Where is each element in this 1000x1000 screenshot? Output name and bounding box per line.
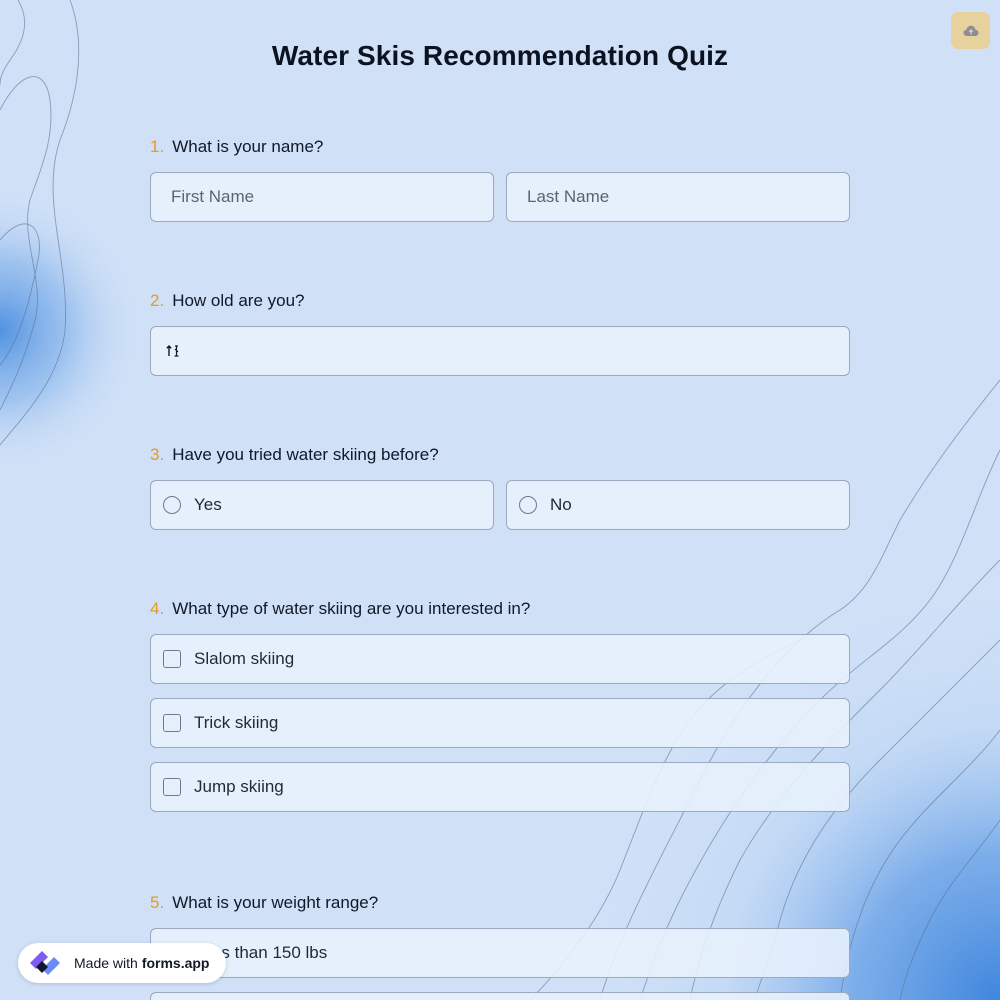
radio-option-no-label: No (550, 495, 572, 514)
made-with-forms-app-badge[interactable]: Made with forms.app (18, 943, 226, 983)
last-name-placeholder: Last Name (527, 187, 610, 206)
sort-arrows-icon (166, 345, 179, 357)
question-3-text: Have you tried water skiing before? (172, 445, 439, 464)
checkbox[interactable] (163, 650, 181, 668)
badge-brand: forms.app (141, 955, 210, 971)
question-4-number: 4. (150, 599, 165, 618)
first-name-placeholder: First Name (171, 187, 255, 206)
question-2-label: 2. How old are you? (150, 291, 305, 311)
checkbox-option-label: Jump skiing (194, 777, 284, 796)
checkbox-option-trick[interactable]: Trick skiing (150, 698, 850, 748)
question-5-label: 5. What is your weight range? (150, 893, 378, 913)
question-1-number: 1. (150, 137, 165, 156)
radio-option-yes-label: Yes (194, 495, 222, 514)
weight-option-less-than-150[interactable]: Less than 150 lbs (150, 928, 850, 978)
checkbox-option-label: Trick skiing (194, 713, 279, 732)
checkbox-option-label: Slalom skiing (194, 649, 295, 668)
age-input[interactable] (150, 326, 850, 376)
badge-prefix: Made with (74, 955, 138, 971)
checkbox-option-slalom[interactable]: Slalom skiing (150, 634, 850, 684)
question-2-text: How old are you? (172, 291, 305, 310)
question-4-label: 4. What type of water skiing are you int… (150, 599, 530, 619)
forms-app-logo-icon (30, 951, 60, 975)
quiz-page: Water Skis Recommendation Quiz 1. What i… (0, 0, 1000, 1000)
question-4-text: What type of water skiing are you intere… (172, 599, 531, 618)
checkbox[interactable] (163, 778, 181, 796)
radio-option-no[interactable]: No (506, 480, 850, 530)
question-2-number: 2. (150, 291, 165, 310)
question-1-text: What is your name? (172, 137, 324, 156)
cloud-upload-button[interactable] (951, 12, 990, 49)
weight-option-next[interactable] (150, 992, 850, 1000)
first-name-field[interactable]: First Name (150, 172, 494, 222)
question-5-text: What is your weight range? (172, 893, 379, 912)
checkbox[interactable] (163, 714, 181, 732)
radio-button[interactable] (519, 496, 537, 514)
question-3-number: 3. (150, 445, 165, 464)
radio-option-yes[interactable]: Yes (150, 480, 494, 530)
cloud-upload-icon (963, 25, 978, 36)
radio-button[interactable] (163, 496, 181, 514)
checkbox-option-jump[interactable]: Jump skiing (150, 762, 850, 812)
last-name-field[interactable]: Last Name (506, 172, 850, 222)
question-5-number: 5. (150, 893, 165, 912)
question-1-label: 1. What is your name? (150, 137, 323, 157)
question-3-label: 3. Have you tried water skiing before? (150, 445, 439, 465)
page-title: Water Skis Recommendation Quiz (271, 40, 729, 71)
